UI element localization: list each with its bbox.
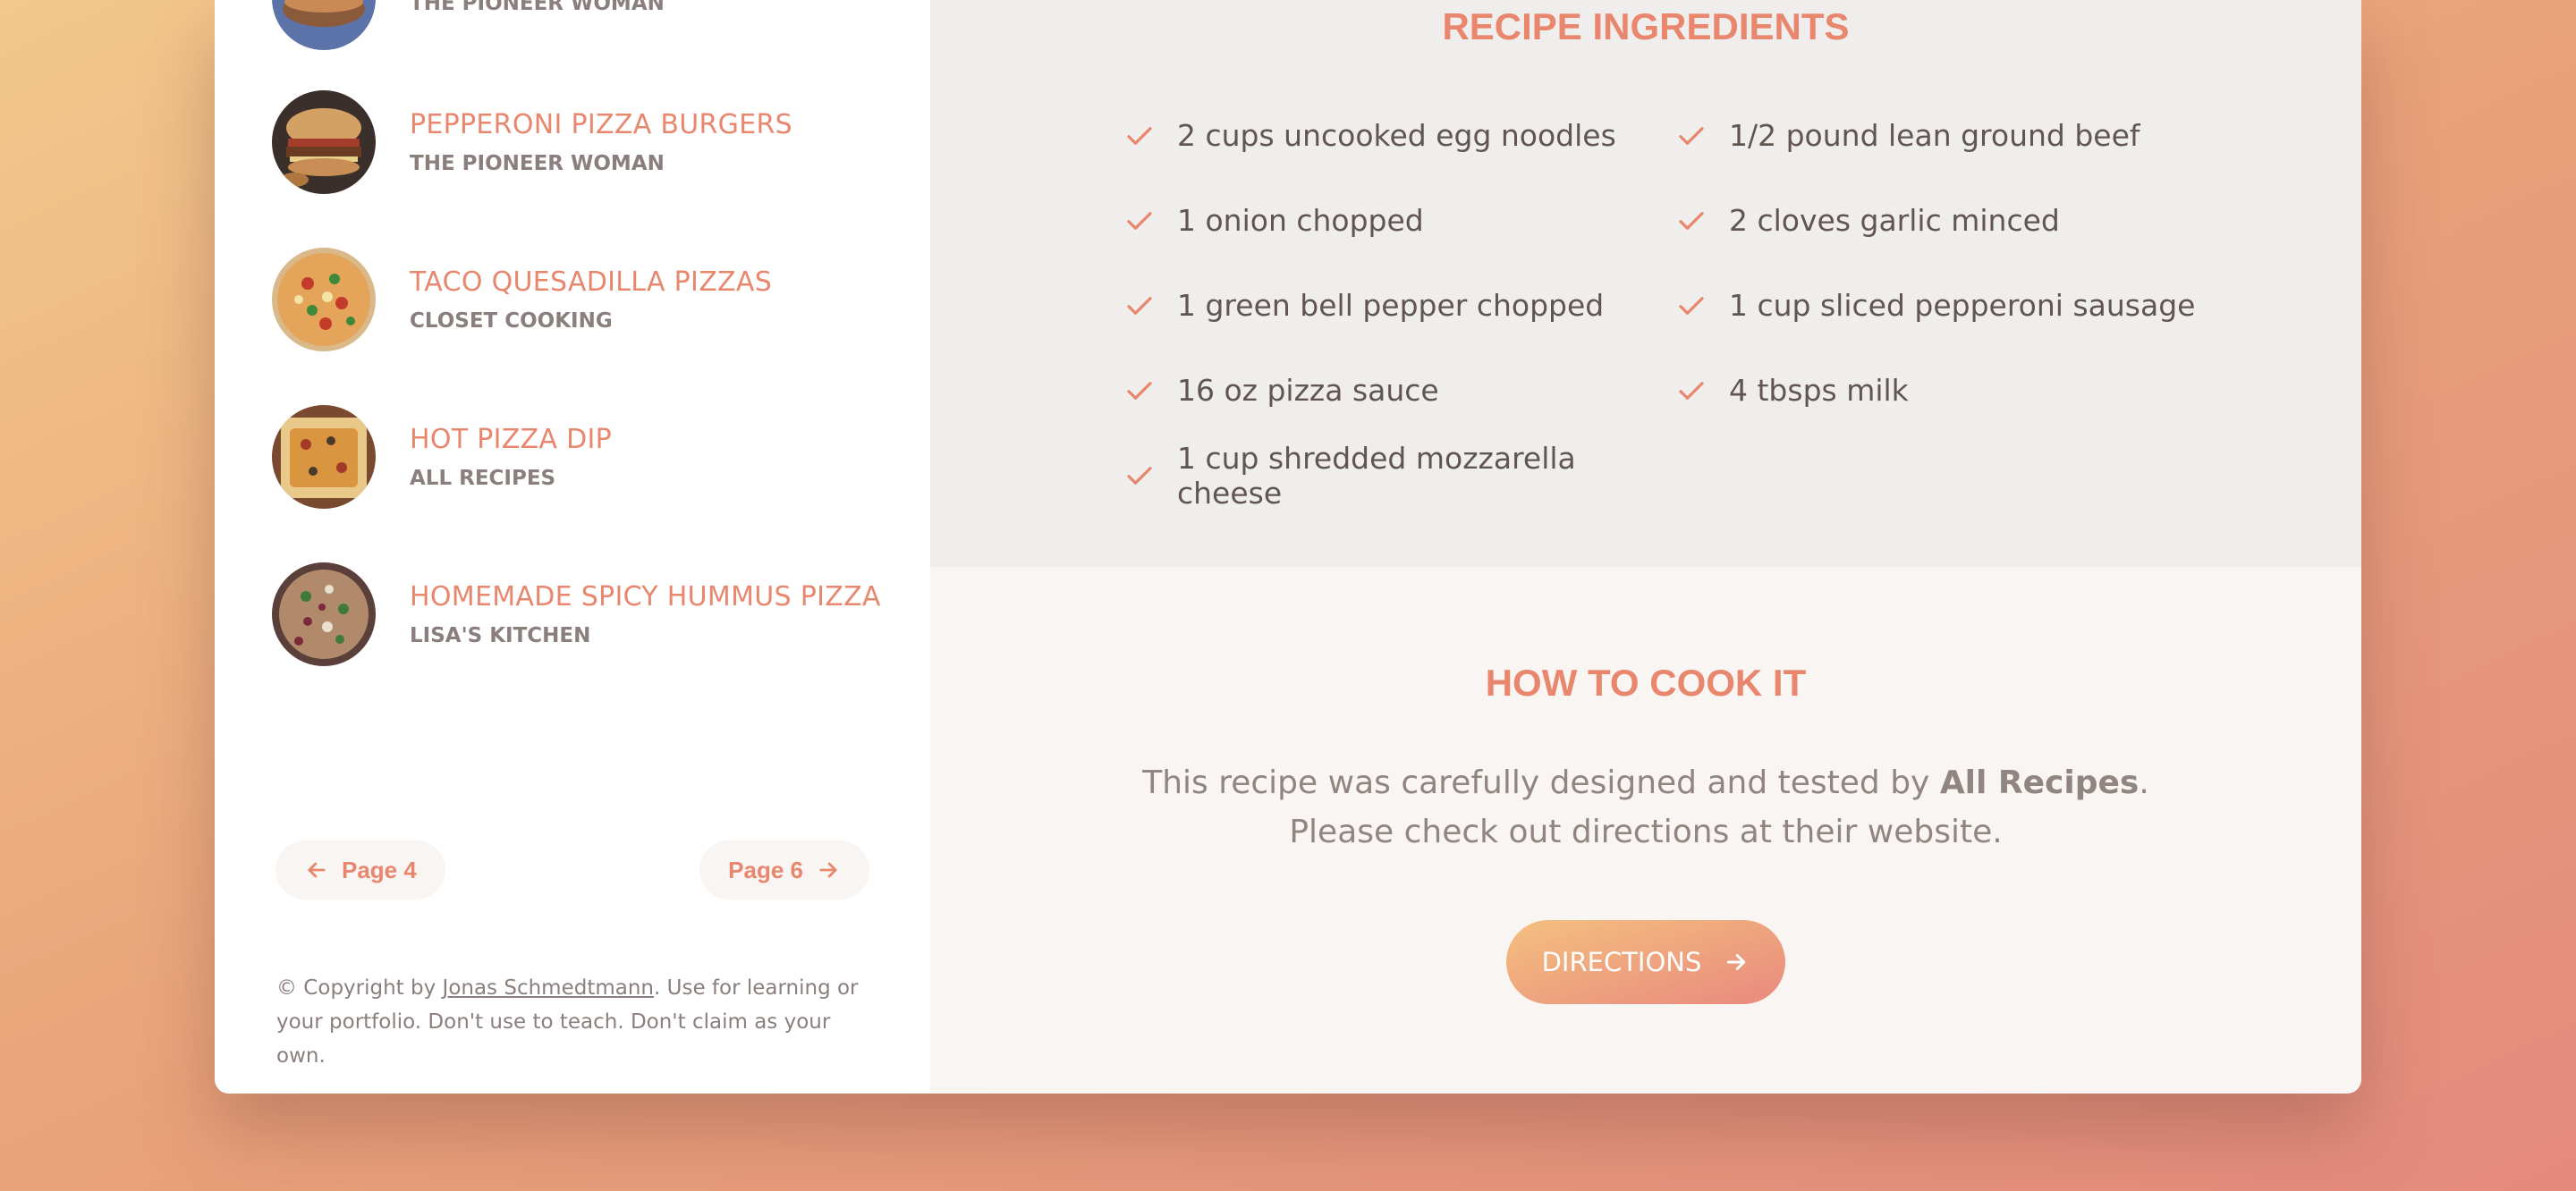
check-icon: [1679, 126, 1704, 145]
recipe-publisher: All Recipes: [1939, 764, 2140, 801]
ingredient-item: 1/2 pound lean ground beef: [1675, 93, 2230, 178]
pagination: Page 4 Page 6: [275, 840, 869, 900]
hummus-pizza-thumbnail: [272, 562, 376, 666]
check-icon: [1679, 296, 1704, 315]
arrow-right-icon: [1727, 954, 1746, 970]
directions-button[interactable]: DIRECTIONS: [1506, 920, 1785, 1004]
result-publisher: THE PIONEER WOMAN: [410, 0, 665, 15]
check-icon: [1679, 211, 1704, 230]
arrow-left-icon: [308, 862, 326, 878]
prev-page-label: Page 4: [342, 856, 417, 883]
check-icon: [1127, 126, 1152, 145]
author-link[interactable]: Jonas Schmedtmann: [443, 976, 654, 1000]
burger-thumbnail: [272, 0, 376, 50]
directions-text: This recipe was carefully designed and t…: [1091, 758, 2200, 857]
result-item[interactable]: HOMEMADE SPICY HUMMUS PIZZA LISA'S KITCH…: [272, 562, 889, 666]
next-page-label: Page 6: [728, 856, 803, 883]
ingredient-item: 2 cups uncooked egg noodles: [1123, 93, 1675, 178]
check-icon: [1127, 381, 1152, 400]
recipe-ingredients-section: RECIPE INGREDIENTS 2 cups uncooked egg n…: [930, 0, 2361, 567]
prev-page-button[interactable]: Page 4: [275, 840, 445, 900]
copyright-text: © Copyright by Jonas Schmedtmann. Use fo…: [276, 971, 867, 1073]
result-name: PEPPERONI PIZZA BURGERS: [410, 109, 792, 140]
ingredients-heading: RECIPE INGREDIENTS: [1442, 5, 1850, 47]
next-page-button[interactable]: Page 6: [699, 840, 869, 900]
check-icon: [1127, 466, 1152, 485]
app-container: THE PIONEER WOMAN PEPPERONI PIZZA BURGER…: [215, 0, 2361, 1094]
ingredient-item: 1 green bell pepper chopped: [1123, 263, 1675, 348]
result-name: TACO QUESADILLA PIZZAS: [410, 266, 773, 298]
arrow-right-icon: [819, 862, 837, 878]
burger-thumbnail: [272, 90, 376, 194]
directions-heading: HOW TO COOK IT: [1485, 662, 1807, 704]
result-publisher: CLOSET COOKING: [410, 309, 613, 333]
ingredient-text: 1 onion chopped: [1177, 203, 1424, 238]
recipe-panel: RECIPE INGREDIENTS 2 cups uncooked egg n…: [930, 0, 2361, 1094]
ingredient-text: 1/2 pound lean ground beef: [1729, 118, 2140, 153]
ingredient-item: 4 tbsps milk: [1675, 348, 2230, 433]
ingredient-list: 2 cups uncooked egg noodles 1/2 pound le…: [1123, 93, 2230, 518]
ingredient-text: 1 cup sliced pepperoni sausage: [1729, 288, 2196, 323]
result-name: HOMEMADE SPICY HUMMUS PIZZA: [410, 581, 881, 612]
result-item[interactable]: HOT PIZZA DIP ALL RECIPES: [272, 405, 889, 509]
ingredient-text: 4 tbsps milk: [1729, 373, 1909, 408]
ingredient-text: 1 green bell pepper chopped: [1177, 288, 1605, 323]
pizza-thumbnail: [272, 248, 376, 351]
result-publisher: ALL RECIPES: [410, 467, 556, 490]
result-name: HOT PIZZA DIP: [410, 424, 613, 455]
recipe-directions-section: HOW TO COOK IT This recipe was carefully…: [930, 567, 2361, 1094]
result-publisher: LISA'S KITCHEN: [410, 624, 591, 647]
ingredient-text: 2 cloves garlic minced: [1729, 203, 2060, 238]
result-item[interactable]: TACO QUESADILLA PIZZAS CLOSET COOKING: [272, 248, 889, 351]
dip-thumbnail: [272, 405, 376, 509]
ingredient-item: 1 onion chopped: [1123, 178, 1675, 263]
result-item[interactable]: PEPPERONI PIZZA BURGERS THE PIONEER WOMA…: [272, 90, 889, 194]
result-item[interactable]: THE PIONEER WOMAN: [272, 0, 889, 50]
ingredient-item: 1 cup shredded mozzarella cheese: [1123, 433, 1675, 518]
result-publisher: THE PIONEER WOMAN: [410, 152, 665, 175]
ingredient-text: 16 oz pizza sauce: [1177, 373, 1439, 408]
ingredient-text: 1 cup shredded mozzarella cheese: [1177, 440, 1576, 511]
directions-button-label: DIRECTIONS: [1541, 947, 1702, 977]
check-icon: [1127, 296, 1152, 315]
copyright-prefix: © Copyright by: [276, 976, 443, 1000]
directions-text-prefix: This recipe was carefully designed and t…: [1142, 764, 1940, 801]
ingredient-item: 2 cloves garlic minced: [1675, 178, 2230, 263]
ingredient-item: 16 oz pizza sauce: [1123, 348, 1675, 433]
search-results-sidebar: THE PIONEER WOMAN PEPPERONI PIZZA BURGER…: [215, 0, 930, 1094]
check-icon: [1127, 211, 1152, 230]
ingredient-text: 2 cups uncooked egg noodles: [1177, 118, 1616, 153]
ingredient-item: 1 cup sliced pepperoni sausage: [1675, 263, 2230, 348]
check-icon: [1679, 381, 1704, 400]
